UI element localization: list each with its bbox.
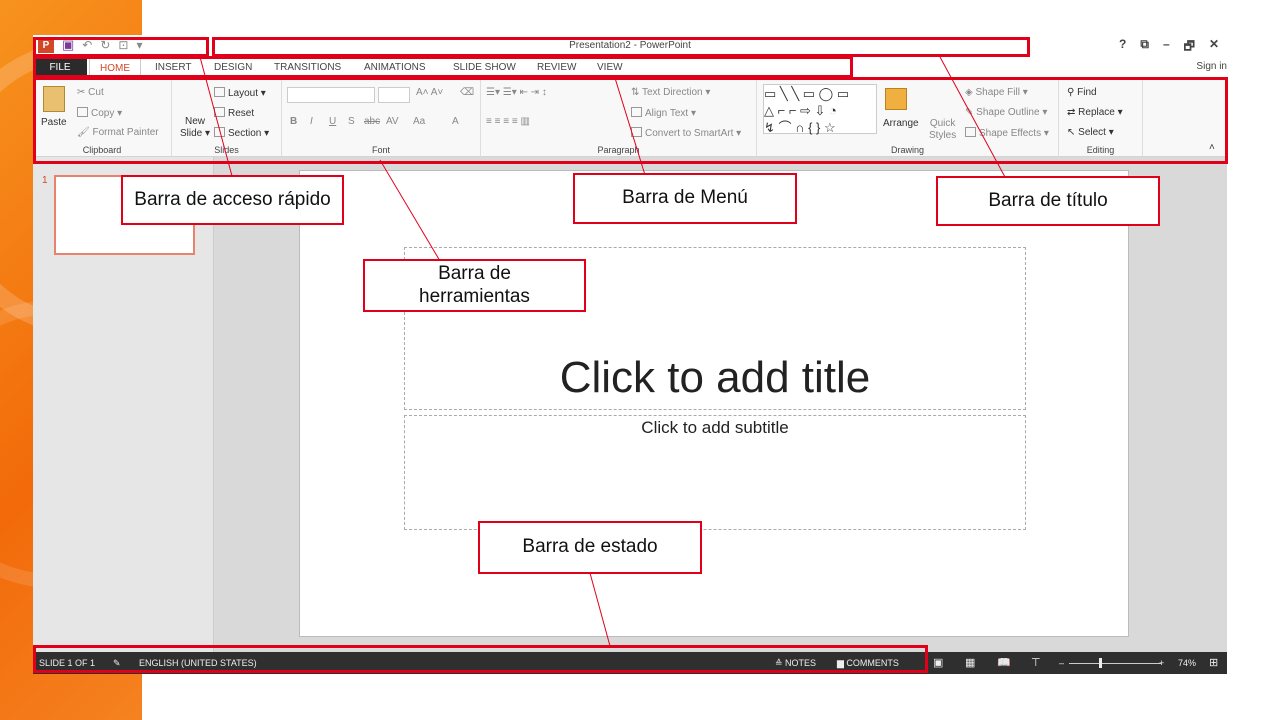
help-icon[interactable]: ?	[1119, 37, 1126, 58]
title-bar-highlight	[212, 37, 1030, 57]
ribbon-display-icon[interactable]: ⧉	[1140, 37, 1149, 58]
slide-sorter-icon[interactable]: ▦	[965, 656, 975, 669]
menu-bar-highlight	[33, 56, 853, 78]
restore-icon[interactable]: 🗗	[1184, 37, 1195, 58]
zoom-slider[interactable]	[1069, 663, 1161, 664]
title-bar-callout: Barra de título	[936, 176, 1160, 226]
close-icon[interactable]: ✕	[1209, 37, 1219, 58]
menu-bar-callout: Barra de Menú	[573, 173, 797, 224]
zoom-level[interactable]: 74%	[1178, 658, 1196, 668]
toolbar-callout-line2: herramientas	[419, 285, 530, 307]
quick-access-highlight	[33, 37, 209, 57]
zoom-in-icon[interactable]: +	[1159, 658, 1164, 668]
zoom-slider-thumb[interactable]	[1099, 658, 1102, 668]
slide-canvas[interactable]: Click to add title Click to add subtitle	[299, 170, 1129, 637]
status-bar-highlight	[33, 645, 928, 673]
minimize-icon[interactable]: –	[1163, 37, 1170, 58]
workspace: 1 Click to add title Click to add subtit…	[33, 157, 1227, 652]
quick-access-callout: Barra de acceso rápido	[121, 175, 344, 225]
toolbar-callout: Barra de herramientas	[363, 259, 586, 312]
slide-number: 1	[42, 175, 48, 186]
zoom-out-icon[interactable]: –	[1059, 658, 1064, 668]
sign-in-link[interactable]: Sign in	[1196, 61, 1227, 72]
toolbar-highlight	[33, 77, 1228, 164]
toolbar-callout-line1: Barra de	[438, 262, 511, 284]
reading-view-icon[interactable]: 📖	[997, 656, 1011, 669]
window-controls: ? ⧉ – 🗗 ✕	[1119, 37, 1219, 58]
slides-pane: 1	[33, 157, 214, 652]
subtitle-placeholder[interactable]: Click to add subtitle	[404, 415, 1026, 530]
fit-slide-icon[interactable]: ⊞	[1209, 656, 1218, 669]
status-bar-callout: Barra de estado	[478, 521, 702, 574]
normal-view-icon[interactable]: ▣	[933, 656, 943, 669]
slideshow-view-icon[interactable]: ⊤	[1031, 656, 1041, 669]
